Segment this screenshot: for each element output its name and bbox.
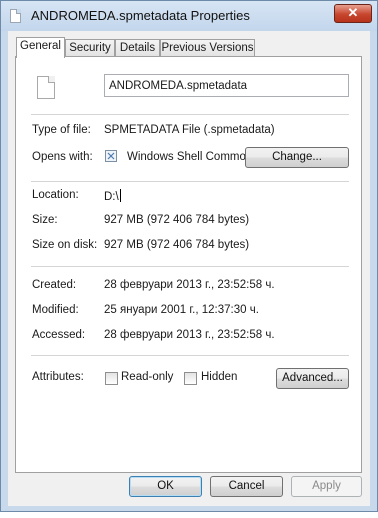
hidden-label[interactable]: Hidden bbox=[201, 371, 237, 383]
type-value: SPMETADATA File (.spmetadata) bbox=[104, 124, 275, 136]
app-icon bbox=[105, 150, 117, 162]
attributes-label: Attributes: bbox=[32, 371, 84, 383]
location-value: D:\ bbox=[104, 189, 121, 203]
change-button[interactable]: Change... bbox=[245, 147, 349, 168]
type-label: Type of file: bbox=[32, 124, 91, 136]
file-icon bbox=[10, 9, 21, 23]
window-title: ANDROMEDA.spmetadata Properties bbox=[31, 8, 250, 23]
created-label: Created: bbox=[32, 279, 77, 291]
tab-previous-versions[interactable]: Previous Versions bbox=[160, 39, 255, 56]
filename-input[interactable] bbox=[104, 74, 349, 97]
general-panel: Type of file: SPMETADATA File (.spmetada… bbox=[15, 56, 362, 473]
opens-with-label: Opens with: bbox=[32, 151, 93, 163]
size-label: Size: bbox=[32, 214, 58, 226]
separator bbox=[31, 266, 349, 267]
separator bbox=[31, 114, 349, 115]
modified-value: 25 януари 2001 г., 12:37:30 ч. bbox=[104, 304, 259, 316]
separator bbox=[31, 181, 349, 182]
accessed-label: Accessed: bbox=[32, 329, 86, 341]
apply-button[interactable]: Apply bbox=[291, 476, 362, 497]
tab-security[interactable]: Security bbox=[65, 39, 115, 56]
tab-general[interactable]: General bbox=[16, 37, 65, 58]
modified-label: Modified: bbox=[32, 304, 79, 316]
close-button[interactable]: ✕ bbox=[334, 4, 372, 23]
text-caret bbox=[119, 189, 121, 202]
properties-window: ANDROMEDA.spmetadata Properties ✕ Genera… bbox=[0, 0, 378, 512]
readonly-label[interactable]: Read-only bbox=[121, 371, 173, 383]
location-text: D:\ bbox=[104, 191, 119, 203]
opens-with-value: Windows Shell Commor bbox=[127, 151, 250, 163]
accessed-value: 28 февруари 2013 г., 23:52:58 ч. bbox=[104, 329, 275, 341]
readonly-checkbox[interactable] bbox=[105, 372, 118, 385]
size-on-disk-value: 927 MB (972 406 784 bytes) bbox=[104, 239, 250, 251]
size-on-disk-label: Size on disk: bbox=[32, 239, 98, 251]
separator bbox=[31, 355, 349, 356]
hidden-checkbox[interactable] bbox=[184, 372, 197, 385]
advanced-button[interactable]: Advanced... bbox=[276, 368, 349, 389]
dialog-client: General Security Details Previous Versio… bbox=[8, 31, 370, 506]
file-icon bbox=[37, 76, 55, 99]
ok-button[interactable]: OK bbox=[129, 476, 202, 497]
title-bar[interactable]: ANDROMEDA.spmetadata Properties ✕ bbox=[1, 1, 377, 31]
created-value: 28 февруари 2013 г., 23:52:58 ч. bbox=[104, 279, 275, 291]
cancel-button[interactable]: Cancel bbox=[210, 476, 283, 497]
size-value: 927 MB (972 406 784 bytes) bbox=[104, 214, 250, 226]
tab-details[interactable]: Details bbox=[115, 39, 160, 56]
location-label: Location: bbox=[32, 189, 79, 201]
